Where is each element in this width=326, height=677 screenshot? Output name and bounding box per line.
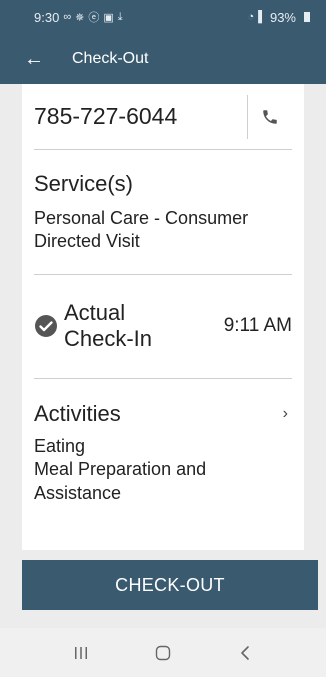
visit-details-card: 785-727-6044 Service(s) Personal Care - … bbox=[22, 84, 304, 550]
battery-icon bbox=[304, 12, 310, 22]
wifi-icon: ◔ bbox=[247, 11, 255, 23]
battery-percent: 93% bbox=[269, 9, 296, 25]
services-title: Service(s) bbox=[34, 171, 134, 196]
list-item: Meal Preparation and Assistance bbox=[34, 459, 207, 503]
back-icon[interactable] bbox=[225, 633, 265, 673]
activities-list: Eating Meal Preparation and Assistance bbox=[34, 435, 292, 505]
activities-section[interactable]: Activities › Eating Meal Preparation and… bbox=[34, 379, 292, 505]
status-bar: 9:30 ∞ ✵ ⓔ ▣ ⤓ ◔ ▌ 93% bbox=[0, 0, 326, 34]
check-in-label-line1: Actual bbox=[64, 299, 126, 325]
home-icon[interactable] bbox=[143, 633, 183, 673]
app-bar: ← Check-Out bbox=[0, 34, 326, 84]
circle-e-icon: ⓔ bbox=[88, 12, 100, 24]
download-icon: ⤓ bbox=[117, 10, 123, 23]
screen: 9:30 ∞ ✵ ⓔ ▣ ⤓ ◔ ▌ 93% ← Check-Out 785-7… bbox=[0, 0, 326, 677]
phone-row: 785-727-6044 bbox=[34, 84, 292, 150]
recent-apps-icon[interactable] bbox=[61, 633, 101, 673]
check-out-button[interactable]: CHECK-OUT bbox=[22, 560, 318, 610]
actual-check-in-row: Actual Check-In 9:11 AM bbox=[34, 275, 292, 379]
services-section: Service(s) Personal Care - Consumer Dire… bbox=[34, 150, 292, 275]
check-in-label-line2: Check-In bbox=[64, 326, 153, 352]
chevron-right-icon[interactable]: › bbox=[283, 405, 288, 423]
check-in-time: 9:11 AM bbox=[223, 315, 292, 337]
services-value: Personal Care - Consumer Directed Visit bbox=[34, 208, 249, 252]
phone-icon[interactable] bbox=[248, 108, 292, 126]
signal-icon: ▌ bbox=[258, 11, 266, 23]
activities-header[interactable]: Activities › bbox=[34, 401, 292, 427]
activities-title: Activities bbox=[34, 400, 121, 426]
back-arrow-icon[interactable]: ← bbox=[24, 49, 44, 69]
system-nav-bar bbox=[0, 628, 326, 677]
status-time: 9:30 bbox=[34, 9, 60, 25]
voicemail-icon: ∞ bbox=[63, 11, 72, 23]
check-in-label: Actual Check-In bbox=[64, 300, 224, 353]
page-title: Check-Out bbox=[72, 50, 149, 67]
pinwheel-icon: ✵ bbox=[75, 11, 85, 24]
phone-number: 785-727-6044 bbox=[34, 103, 178, 129]
list-item: Eating bbox=[34, 435, 86, 456]
check-circle-icon bbox=[35, 315, 57, 338]
image-icon: ▣ bbox=[103, 11, 114, 24]
status-right: ◔ ▌ 93% bbox=[248, 10, 310, 25]
status-left: 9:30 ∞ ✵ ⓔ ▣ ⤓ bbox=[34, 9, 123, 25]
